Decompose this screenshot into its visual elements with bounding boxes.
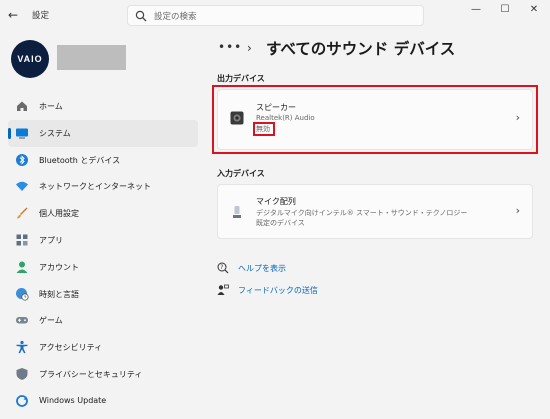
globe-clock-icon [16,287,29,301]
sidebar-item-network[interactable]: ネットワークとインターネット [8,173,198,200]
sidebar-item-label: アプリ [39,235,63,245]
wifi-icon [16,182,28,192]
accessibility-icon [16,341,28,354]
help-link-label: ヘルプを表示 [238,264,286,273]
sidebar-item-label: ホーム [39,102,63,111]
window-title: 設定 [32,11,50,21]
input-section-title: 入力デバイス [217,169,265,178]
home-icon [17,101,27,111]
sidebar-item-gaming[interactable]: ゲーム [8,307,198,334]
input-device-status: 既定のデバイス [256,219,305,227]
sidebar-item-bluetooth[interactable]: Bluetooth とデバイス [8,147,198,174]
feedback-link-label: フィードバックの送信 [238,286,318,295]
profile-name-redacted [57,45,126,70]
sidebar-item-label: Bluetooth とデバイス [39,155,121,165]
account-icon [16,261,28,273]
sidebar-item-personalization[interactable]: 個人用設定 [8,200,198,227]
avatar-logo-text: VAIO [17,54,43,64]
page-title: すべてのサウンド デバイス [266,40,456,58]
title-bar: ← 設定 設定の検索 — ☐ ✕ [0,0,550,30]
monitor-icon [16,128,28,139]
sidebar-item-apps[interactable]: アプリ [8,227,198,254]
back-arrow-icon[interactable]: ← [8,8,22,22]
input-device-name: マイク配列 [256,197,296,206]
brush-icon [17,207,28,219]
active-indicator [8,127,11,139]
bluetooth-icon [16,153,28,166]
windows-update-icon [16,394,28,407]
chevron-right-icon: › [515,204,520,217]
sidebar-item-label: 個人用設定 [39,209,79,219]
gamepad-icon [16,317,28,324]
help-icon: ? [217,262,229,274]
minimize-button[interactable]: — [469,3,483,17]
input-device-card[interactable]: マイク配列 デジタルマイク向けインテル® スマート・サウンド・テクノロジー 既定… [217,184,533,239]
search-icon [135,10,147,22]
sidebar-item-accessibility[interactable]: アクセシビリティ [8,334,198,361]
avatar[interactable]: VAIO [11,40,49,78]
sidebar-item-label: プライバシーとセキュリティ [39,369,143,379]
sidebar-item-windows-update[interactable]: Windows Update [8,388,198,415]
output-section-title: 出力デバイス [217,74,265,83]
card-highlight-box [212,85,538,154]
close-button[interactable]: ✕ [527,3,541,17]
shield-icon [16,367,28,380]
sidebar-item-label: システム [39,128,71,138]
sidebar-item-label: ネットワークとインターネット [39,182,151,192]
sidebar-item-label: ゲーム [39,316,63,326]
sidebar-item-label: 時刻と言語 [39,289,79,299]
search-placeholder: 設定の検索 [154,12,197,22]
sidebar-item-home[interactable]: ホーム [8,93,198,120]
sidebar-item-label: アカウント [39,262,79,272]
sidebar-item-label: アクセシビリティ [39,343,103,353]
breadcrumb-overflow[interactable]: ••• [218,40,242,54]
sidebar-item-privacy-security[interactable]: プライバシーとセキュリティ [8,361,198,388]
breadcrumb-chevron-icon: › [247,41,252,55]
sidebar-nav: ホーム システム Bluetooth とデバイス ネットワークとインターネット … [8,93,198,415]
sidebar-item-time-language[interactable]: 時刻と言語 [8,281,198,308]
feedback-icon [217,284,229,295]
sidebar-item-accounts[interactable]: アカウント [8,254,198,281]
sidebar-item-label: Windows Update [39,395,107,405]
microphone-icon [233,206,241,218]
apps-icon [16,234,28,246]
maximize-button[interactable]: ☐ [498,3,512,17]
svg-text:?: ? [220,264,223,271]
input-device-subtitle: デジタルマイク向けインテル® スマート・サウンド・テクノロジー [256,209,468,217]
search-input[interactable]: 設定の検索 [127,5,424,26]
sidebar-item-system[interactable]: システム [8,119,198,147]
